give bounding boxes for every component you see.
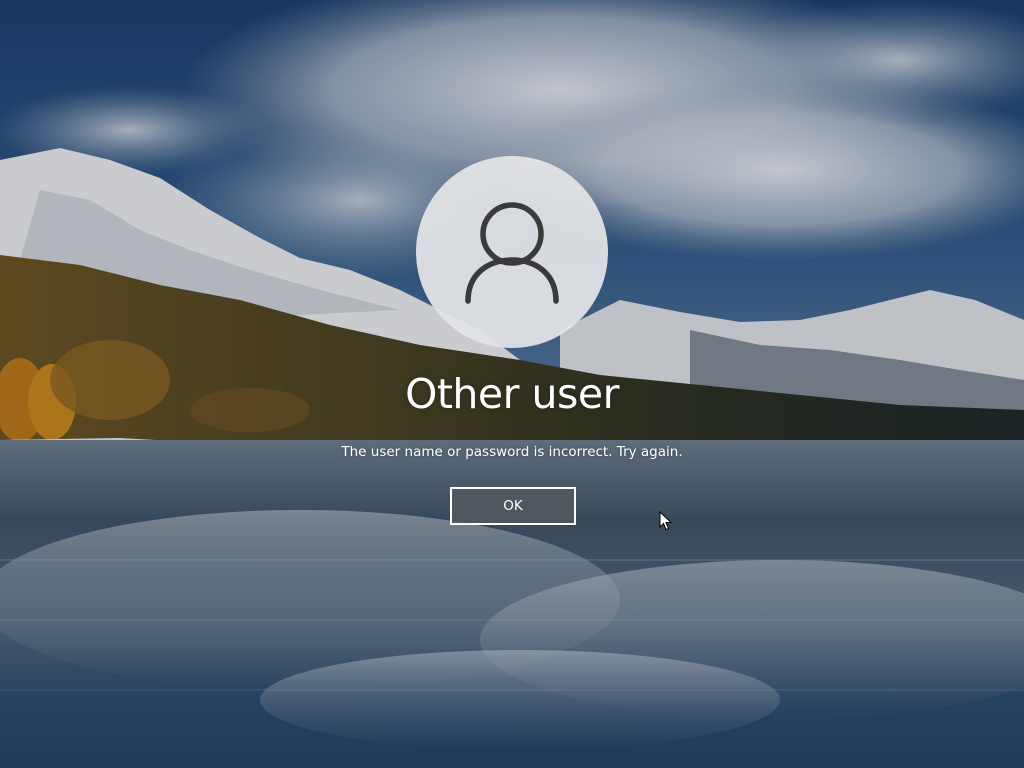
mouse-pointer-icon: [659, 511, 673, 531]
error-message: The user name or password is incorrect. …: [341, 444, 683, 460]
user-avatar: [416, 156, 608, 348]
user-name: Other user: [405, 370, 619, 418]
ok-button[interactable]: OK: [450, 487, 576, 525]
lock-screen: Other user The user name or password is …: [0, 0, 1024, 768]
user-silhouette-icon: [465, 202, 559, 304]
